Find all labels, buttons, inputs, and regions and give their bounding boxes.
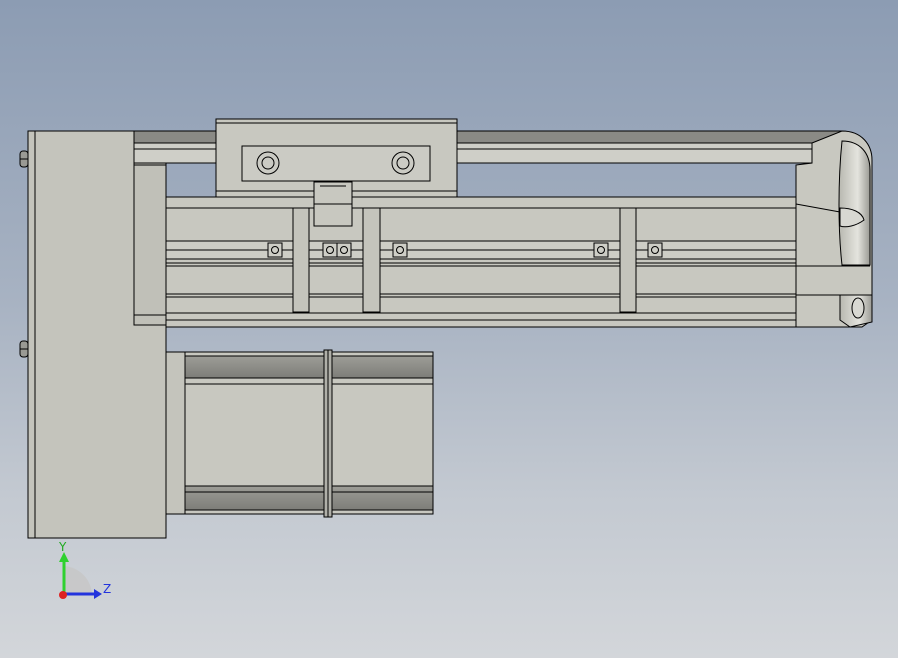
axis-triad [59, 552, 102, 599]
mounting-plate [27, 130, 167, 539]
slot-fastener-5 [593, 242, 609, 258]
body-rib-3 [619, 207, 637, 313]
carriage-bolt-left [256, 151, 280, 175]
model-drawing[interactable]: Y Z [0, 0, 898, 658]
actuator-body [165, 196, 823, 328]
z-axis-label: Z [103, 582, 111, 596]
body-rib-2 [362, 207, 381, 313]
slot-fastener-2 [322, 242, 338, 258]
plate-bolt-top [19, 150, 29, 168]
slot-fastener-4 [392, 242, 408, 258]
slot-fastener-3 [336, 242, 352, 258]
triad-plane [64, 566, 92, 594]
slot-fastener-6 [647, 242, 663, 258]
motor-band [323, 349, 333, 518]
x-axis-dot [59, 591, 67, 599]
y-axis-label: Y [58, 540, 67, 554]
carriage-bolt-right [391, 151, 415, 175]
plate-bolt-bottom [19, 340, 29, 358]
body-rib-1 [292, 207, 310, 313]
motor-housing [165, 351, 434, 515]
cad-viewport[interactable]: Y Z [0, 0, 898, 658]
z-axis-arrowhead [94, 589, 102, 599]
slot-fastener-1 [267, 242, 283, 258]
